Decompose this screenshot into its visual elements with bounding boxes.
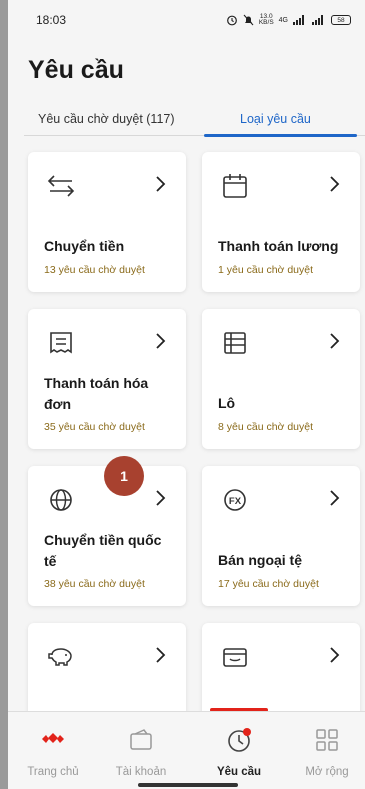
card-title: Thanh toán hóa đơn bbox=[44, 375, 149, 412]
tab-pending[interactable]: Yêu cầu chờ duyệt (117) bbox=[38, 112, 175, 126]
card-title: Thanh toán lương bbox=[218, 238, 339, 254]
chevron-right-icon bbox=[156, 333, 166, 349]
nav-home[interactable]: Trang chủ bbox=[8, 712, 98, 789]
chevron-right-icon bbox=[330, 490, 340, 506]
bottom-nav: Trang chủ Tài khoản Yêu cầu Mở rộng bbox=[8, 711, 365, 789]
annotation-badge: 1 bbox=[104, 456, 144, 496]
network-type: 4G bbox=[278, 16, 288, 24]
nav-label: Mở rộng bbox=[305, 766, 349, 778]
nav-label: Yêu cầu bbox=[216, 766, 262, 778]
signal-icon-2 bbox=[312, 15, 323, 25]
battery-icon: 58 bbox=[331, 15, 351, 25]
table-icon bbox=[224, 332, 246, 354]
nav-label: Trang chủ bbox=[27, 766, 79, 778]
transfer-icon bbox=[47, 175, 75, 197]
card-title: Lô bbox=[218, 395, 236, 411]
fx-icon: FX bbox=[224, 489, 246, 511]
receipt-icon bbox=[50, 332, 72, 354]
page-title: Yêu cầu bbox=[28, 56, 124, 84]
nav-label: Tài khoản bbox=[115, 766, 167, 778]
nav-accounts[interactable]: Tài khoản bbox=[96, 712, 186, 789]
piggy-bank-icon bbox=[48, 648, 72, 666]
bank-logo-icon bbox=[42, 733, 64, 743]
card-title: Bán ngoại tệ bbox=[218, 552, 303, 568]
wallet-icon bbox=[130, 729, 152, 750]
signal-icon bbox=[293, 15, 304, 25]
card-lo[interactable]: Lô 8 yêu cầu chờ duyệt bbox=[202, 309, 360, 449]
chevron-right-icon bbox=[330, 647, 340, 663]
card-pending-count: 8 yêu cầu chờ duyệt bbox=[218, 421, 314, 433]
chevron-right-icon bbox=[156, 647, 166, 663]
fx-icon-text: FX bbox=[229, 496, 242, 507]
nav-more[interactable]: Mở rộng bbox=[282, 712, 365, 789]
chevron-right-icon bbox=[156, 490, 166, 506]
card-thanh-toan-luong[interactable]: Thanh toán lương 1 yêu cầu chờ duyệt bbox=[202, 152, 360, 292]
card-ban-ngoai-te[interactable]: FX Bán ngoại tệ 17 yêu cầu chờ duyệt bbox=[202, 466, 360, 606]
chevron-right-icon bbox=[330, 333, 340, 349]
card-pending-count: 17 yêu cầu chờ duyệt bbox=[218, 578, 319, 590]
status-time: 18:03 bbox=[36, 13, 67, 27]
card-chuyen-tien[interactable]: Chuyển tiền 13 yêu cầu chờ duyệt bbox=[28, 152, 186, 292]
card-pending-count: 35 yêu cầu chờ duyệt bbox=[44, 421, 145, 433]
chevron-right-icon bbox=[330, 176, 340, 192]
card-icon bbox=[223, 648, 247, 667]
card-thanh-toan-hoa-don[interactable]: Thanh toán hóa đơn 35 yêu cầu chờ duyệt bbox=[28, 309, 186, 449]
clock-icon bbox=[228, 728, 251, 752]
card-title: Chuyển tiền bbox=[44, 238, 125, 254]
alarm-icon bbox=[226, 15, 237, 26]
card-pending-count: 1 yêu cầu chờ duyệt bbox=[218, 264, 314, 276]
status-bar: 18:03 13.0 KB/S 4G 58 bbox=[8, 0, 365, 40]
globe-icon bbox=[50, 489, 72, 511]
active-tab-indicator bbox=[204, 134, 357, 137]
card-pending-count: 38 yêu cầu chờ duyệt bbox=[44, 578, 145, 590]
tab-bar: Yêu cầu chờ duyệt (117) Loại yêu cầu bbox=[24, 108, 365, 137]
card-title: Chuyển tiền quốc tế bbox=[44, 532, 162, 569]
chevron-right-icon bbox=[156, 176, 166, 192]
nav-requests[interactable]: Yêu cầu bbox=[194, 712, 284, 789]
tab-request-types[interactable]: Loại yêu cầu bbox=[240, 112, 311, 126]
net-speed-unit: KB/S bbox=[258, 19, 274, 26]
battery-level: 58 bbox=[337, 16, 345, 24]
card-pending-count: 13 yêu cầu chờ duyệt bbox=[44, 264, 145, 276]
mute-icon bbox=[243, 14, 254, 26]
grid-icon bbox=[316, 729, 338, 751]
app-screen: 18:03 13.0 KB/S 4G 58 Yêu cầu Yêu cầu chờ… bbox=[8, 0, 365, 789]
home-indicator bbox=[138, 783, 238, 787]
calendar-icon bbox=[223, 174, 247, 198]
